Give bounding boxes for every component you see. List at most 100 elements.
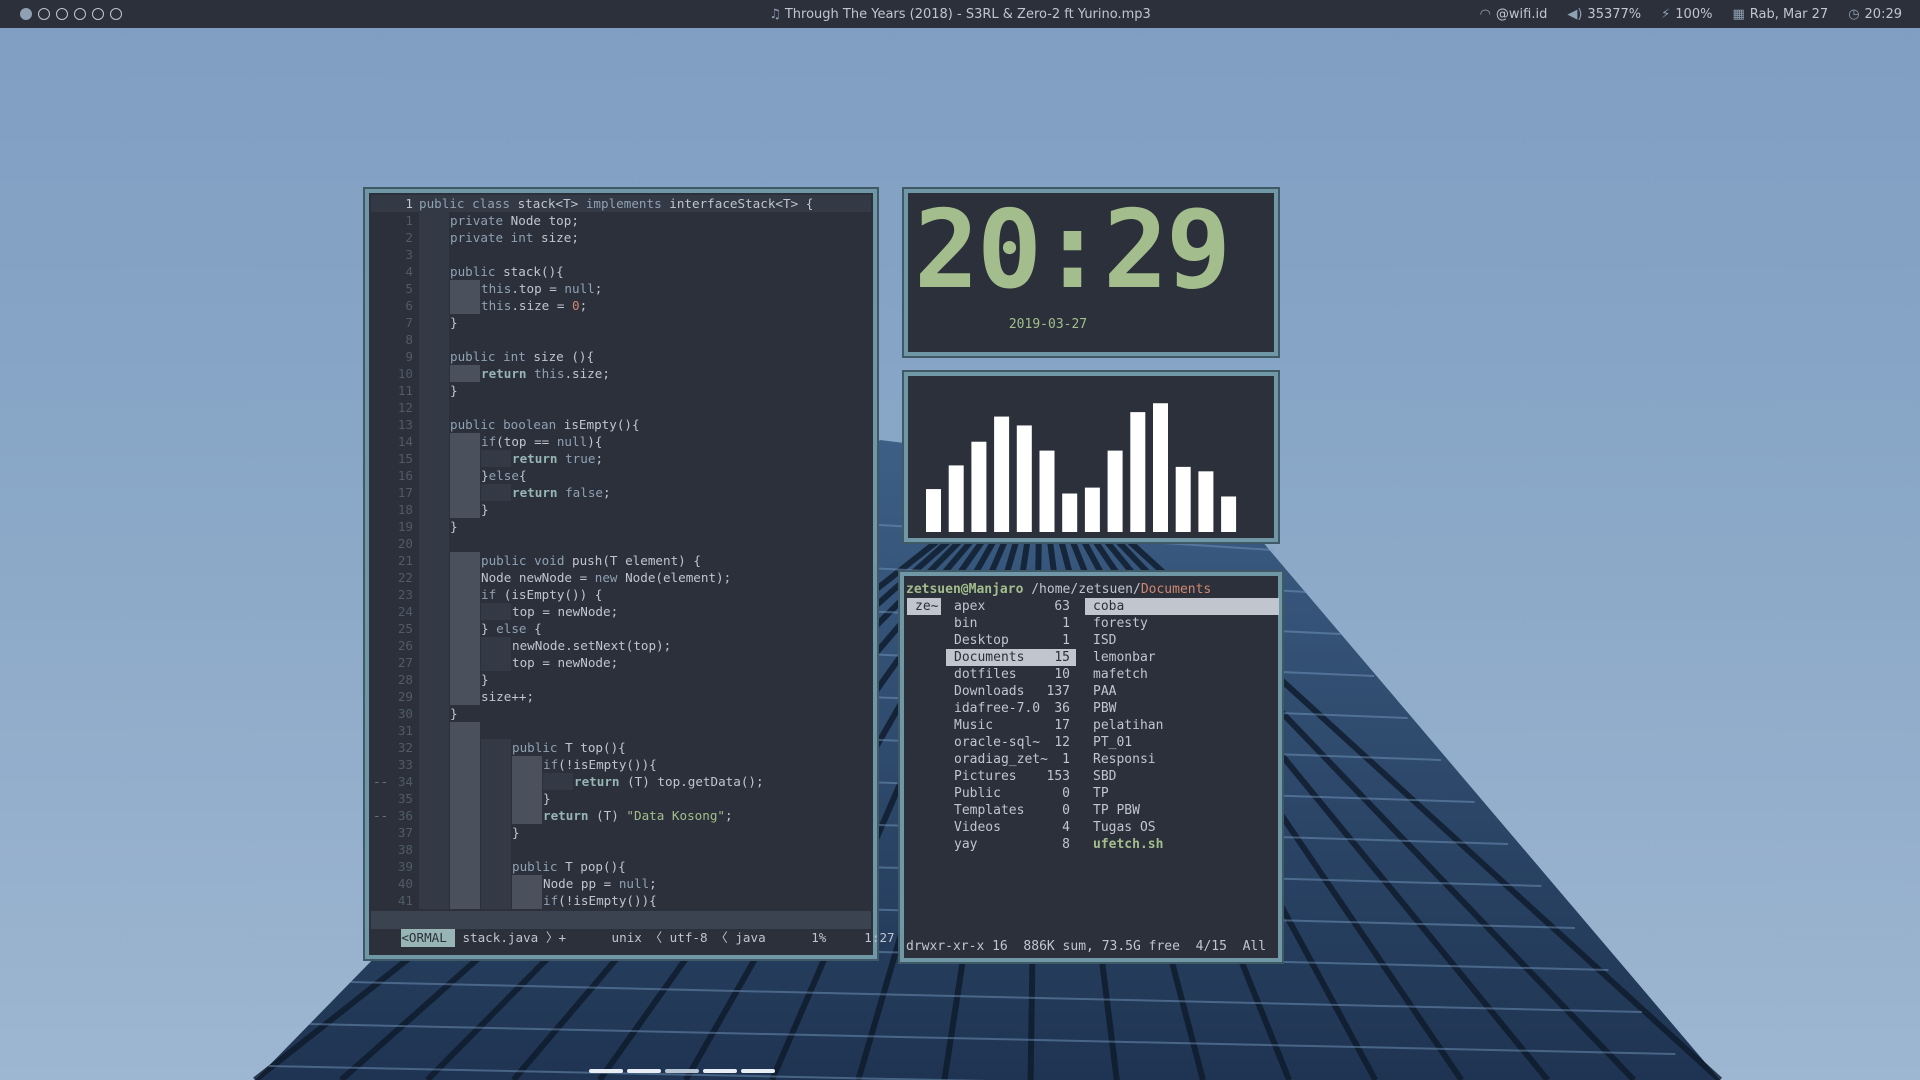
code-line[interactable]: 32 public T top(){ <box>371 739 871 756</box>
fm-entry[interactable]: mafetch <box>1085 666 1279 683</box>
indent-guide <box>481 773 511 790</box>
fm-entry[interactable]: ze~ <box>907 598 941 615</box>
code-line[interactable]: 31 <box>371 722 871 739</box>
date-status[interactable]: ▦ Rab, Mar 27 <box>1732 7 1828 22</box>
indent-guide <box>450 654 480 671</box>
code-line[interactable]: 33 if(!isEmpty()){ <box>371 756 871 773</box>
code-line[interactable]: 39 public T pop(){ <box>371 858 871 875</box>
code-line[interactable]: 37} <box>371 824 871 841</box>
fm-entry[interactable]: Desktop 1 <box>946 632 1076 649</box>
indent-guide <box>419 450 449 467</box>
indent-guide <box>450 637 480 654</box>
fm-entry[interactable]: bin 1 <box>946 615 1076 632</box>
indent-guide <box>481 654 511 671</box>
code-line[interactable]: 11} <box>371 382 871 399</box>
code-line[interactable]: 1 private Node top; <box>371 212 871 229</box>
fm-entry[interactable]: idafree-7.0 36 <box>946 700 1076 717</box>
code-line[interactable]: 14 if(top == null){ <box>371 433 871 450</box>
code-line[interactable]: 10 return this.size; <box>371 365 871 382</box>
code-line[interactable]: 20 <box>371 535 871 552</box>
indent-guide <box>543 773 573 790</box>
fm-entry[interactable]: Responsi <box>1085 751 1279 768</box>
fm-entry[interactable]: Videos 4 <box>946 819 1076 836</box>
indent-guide <box>481 858 511 875</box>
code-area[interactable]: 1 public class stack<T> implements interf… <box>371 195 871 911</box>
code-line[interactable]: 19} <box>371 518 871 535</box>
fm-current-column[interactable]: apex 63 bin 1 Desktop 1 Documents 15 dotfiles 10 D… <box>946 598 1076 853</box>
fm-entry[interactable]: yay 8 <box>946 836 1076 853</box>
code-line[interactable]: 17 return false; <box>371 484 871 501</box>
code-line[interactable]: 21 public void push(T element) { <box>371 552 871 569</box>
calendar-icon: ▦ <box>1732 7 1745 22</box>
code-line[interactable]: 38 <box>371 841 871 858</box>
code-line[interactable]: 2 private int size; <box>371 229 871 246</box>
fm-entry[interactable]: oradiag_zet~ 1 <box>946 751 1076 768</box>
fm-entry[interactable]: PAA <box>1085 683 1279 700</box>
code-line[interactable]: 8 <box>371 331 871 348</box>
fm-entry[interactable]: Documents 15 <box>946 649 1076 666</box>
fm-entry-count: 4 <box>1062 820 1070 835</box>
fm-entry[interactable]: PT_01 <box>1085 734 1279 751</box>
ranger-file-manager[interactable]: zetsuen@Manjaro /home/zetsuen/Documents … <box>898 570 1284 964</box>
code-line[interactable]: 30} <box>371 705 871 722</box>
fm-entry[interactable]: TP PBW <box>1085 802 1279 819</box>
code-line[interactable]: 25} else { <box>371 620 871 637</box>
time-status[interactable]: ◷ 20:29 <box>1848 7 1902 22</box>
indent-guide <box>419 297 449 314</box>
fm-entry[interactable]: ISD <box>1085 632 1279 649</box>
code-line[interactable]: 1 public class stack<T> implements interf… <box>371 195 871 212</box>
fm-entry[interactable]: apex 63 <box>946 598 1076 615</box>
fm-entry[interactable]: Tugas OS <box>1085 819 1279 836</box>
code-line[interactable]: 34 -- return (T) top.getData(); <box>371 773 871 790</box>
desktop-indicator-2 <box>627 1069 661 1073</box>
indent-guide <box>450 433 480 450</box>
fm-entry[interactable]: coba <box>1085 598 1279 615</box>
code-line[interactable]: 36 -- return (T) "Data Kosong"; <box>371 807 871 824</box>
code-line[interactable]: 41 if(!isEmpty()){ <box>371 892 871 909</box>
fm-entry[interactable]: Templates 0 <box>946 802 1076 819</box>
fm-entry[interactable]: PBW <box>1085 700 1279 717</box>
fm-entry[interactable]: ufetch.sh <box>1085 836 1279 853</box>
code-line[interactable]: 16}else{ <box>371 467 871 484</box>
code-line[interactable]: 29 size++; <box>371 688 871 705</box>
fm-entry[interactable]: SBD <box>1085 768 1279 785</box>
wifi-status[interactable]: ◠ @wifi.id <box>1480 7 1548 22</box>
line-number: 41 <box>397 893 413 908</box>
fm-entry[interactable]: oracle-sql~ 12 <box>946 734 1076 751</box>
code-line[interactable]: 5 this.top = null; <box>371 280 871 297</box>
code-line[interactable]: 35} <box>371 790 871 807</box>
code-line[interactable]: 23 if (isEmpty()) { <box>371 586 871 603</box>
fm-entry[interactable]: dotfiles 10 <box>946 666 1076 683</box>
fm-entry[interactable]: Pictures 153 <box>946 768 1076 785</box>
code-line[interactable]: 3 <box>371 246 871 263</box>
volume-status[interactable]: ◀) 35377% <box>1567 7 1641 22</box>
fm-preview-column[interactable]: coba foresty ISD lemonbar mafetch PAA PBW pelat… <box>1085 598 1279 853</box>
code-line[interactable]: 7} <box>371 314 871 331</box>
fm-entry[interactable]: TP <box>1085 785 1279 802</box>
code-line[interactable]: 6 this.size = 0; <box>371 297 871 314</box>
code-line[interactable]: 24 top = newNode; <box>371 603 871 620</box>
code-line[interactable]: 13 public boolean isEmpty(){ <box>371 416 871 433</box>
code-line[interactable]: 9 public int size (){ <box>371 348 871 365</box>
code-line[interactable]: 28} <box>371 671 871 688</box>
code-line[interactable]: 22 Node newNode = new Node(element); <box>371 569 871 586</box>
fm-entry[interactable]: Music 17 <box>946 717 1076 734</box>
code-line[interactable]: 26 newNode.setNext(top); <box>371 637 871 654</box>
fm-entry-name: Public <box>954 786 1001 801</box>
fm-entry[interactable]: Downloads 137 <box>946 683 1076 700</box>
indent-guide <box>419 535 449 552</box>
code-line[interactable]: 12 <box>371 399 871 416</box>
line-number: 17 <box>397 485 413 500</box>
fm-entry[interactable]: lemonbar <box>1085 649 1279 666</box>
vim-editor-window[interactable]: 1 public class stack<T> implements interf… <box>363 187 895 961</box>
fm-entry[interactable]: foresty <box>1085 615 1279 632</box>
code-line[interactable]: 18} <box>371 501 871 518</box>
indent-guide <box>481 875 511 892</box>
code-line[interactable]: 40 Node pp = null; <box>371 875 871 892</box>
fm-entry[interactable]: Public 0 <box>946 785 1076 802</box>
fm-entry[interactable]: pelatihan <box>1085 717 1279 734</box>
code-line[interactable]: 15 return true; <box>371 450 871 467</box>
code-line[interactable]: 27 top = newNode; <box>371 654 871 671</box>
fm-parent-column[interactable]: ze~ <box>907 598 941 615</box>
code-line[interactable]: 4 public stack(){ <box>371 263 871 280</box>
